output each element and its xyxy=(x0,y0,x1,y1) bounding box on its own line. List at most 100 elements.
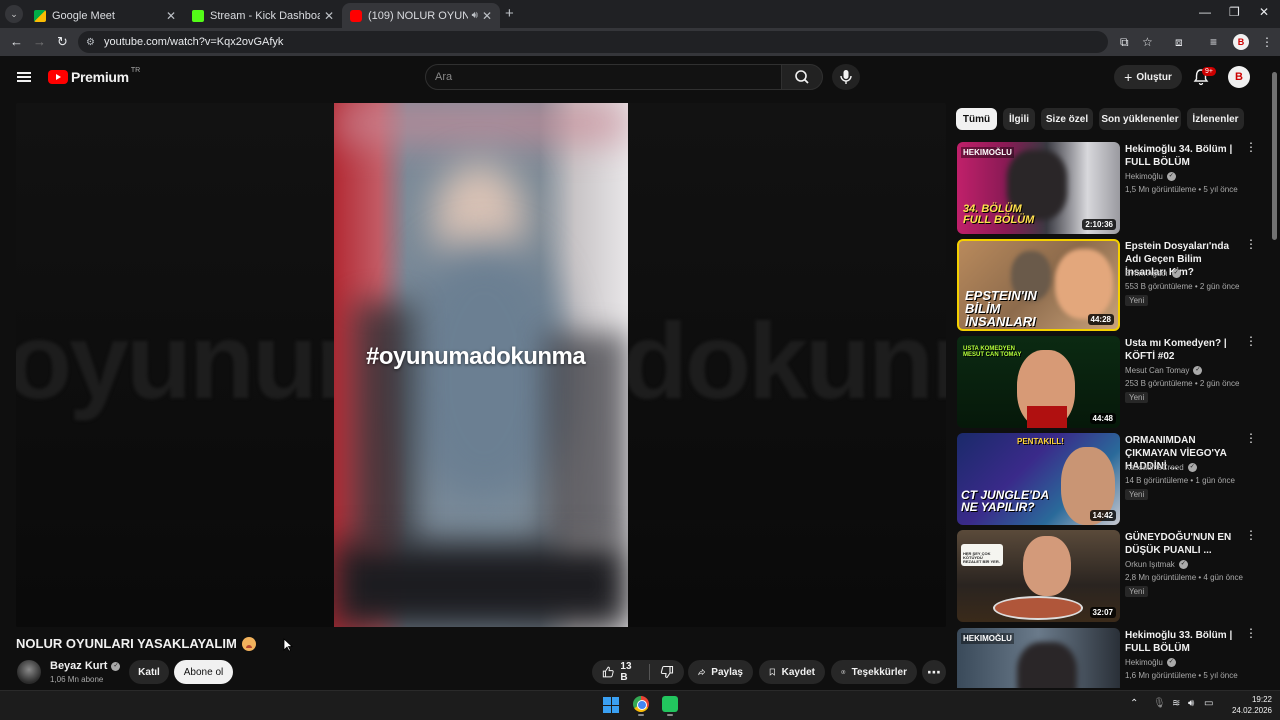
extensions-icon[interactable]: ⧈ xyxy=(1175,35,1183,50)
tab-google-meet[interactable]: Google Meet ✕ xyxy=(26,3,184,28)
more-vertical-icon[interactable]: ⋮ xyxy=(1245,628,1257,639)
close-tab-icon[interactable]: ✕ xyxy=(324,9,334,23)
more-vertical-icon[interactable]: ⋮ xyxy=(1245,432,1257,444)
region-code: TR xyxy=(130,66,141,74)
recommendation-channel[interactable]: Orkun Işıtmak ✓ xyxy=(1125,560,1188,569)
wifi-icon[interactable]: ≋ xyxy=(1172,698,1180,709)
tab-kick-dashboard[interactable]: Stream - Kick Dashboard ✕ xyxy=(184,3,342,28)
chip-for-you[interactable]: Size özel xyxy=(1041,108,1093,130)
chip-label: İzlenenler xyxy=(1192,113,1239,125)
back-icon[interactable]: ← xyxy=(10,34,23,49)
save-label: Kaydet xyxy=(781,666,815,678)
video-thumbnail[interactable]: HER ŞEY ÇOK KÖTÜYDÜ REZALET BİR YER. 32:… xyxy=(957,530,1120,622)
video-thumbnail[interactable]: EPSTEIN'IN BİLİM İNSANLARI 44:28 xyxy=(957,239,1120,331)
page-scrollbar[interactable] xyxy=(1271,62,1277,688)
speaker-icon[interactable]: 🔊︎ xyxy=(472,10,478,21)
subscribe-button[interactable]: Abone ol xyxy=(174,660,233,684)
close-tab-icon[interactable]: ✕ xyxy=(166,9,176,23)
thumbnail-brand-text: HEKIMOĞLU xyxy=(961,633,1014,644)
battery-icon[interactable]: ▭ xyxy=(1204,698,1213,709)
plus-icon: + xyxy=(1124,69,1133,85)
video-thumbnail[interactable]: HEKIMOĞLU 34. BÖLÜM FULL BÖLÜM 2:10:36 xyxy=(957,142,1120,234)
chip-all[interactable]: Tümü xyxy=(956,108,997,130)
channel-name[interactable]: Beyaz Kurt ✓ xyxy=(50,660,121,672)
video-title-text: NOLUR OYUNLARI YASAKLAYALIM xyxy=(16,636,237,651)
join-button[interactable]: Katıl xyxy=(129,660,169,684)
pleading-face-emoji-icon xyxy=(241,636,256,651)
more-vertical-icon[interactable]: ⋮ xyxy=(1245,335,1257,347)
account-avatar[interactable]: B xyxy=(1228,66,1250,88)
video-thumbnail[interactable]: PENTAKILL! CT JUNGLE'DA NE YAPILIR? 14:4… xyxy=(957,433,1120,525)
channel-name-text: Hekimoğlu xyxy=(1125,658,1163,667)
share-button[interactable]: Paylaş xyxy=(688,660,753,684)
video-thumbnail[interactable]: HEKIMOĞLU xyxy=(957,628,1120,688)
verified-check-icon: ✓ xyxy=(1166,658,1176,667)
close-tab-icon[interactable]: ✕ xyxy=(482,9,492,23)
recommendation-title[interactable]: GÜNEYDOĞU'NUN EN DÜŞÜK PUANLI ... xyxy=(1125,531,1243,557)
tab-youtube-video[interactable]: (109) NOLUR OYUNLARI YASAKLAYALIM 🔊︎ ✕ xyxy=(342,3,500,28)
chip-watched[interactable]: İzlenenler xyxy=(1187,108,1244,130)
recommendation-item[interactable]: PENTAKILL! CT JUNGLE'DA NE YAPILIR? 14:4… xyxy=(957,432,1257,527)
browser-profile-avatar[interactable]: B xyxy=(1233,34,1249,50)
recommendation-item[interactable]: USTA KOMEDYEN MESUT CAN TOMAY 44:48 Usta… xyxy=(957,335,1257,430)
reload-icon[interactable]: ↻ xyxy=(57,34,68,50)
recommendation-item[interactable]: EPSTEIN'IN BİLİM İNSANLARI 44:28 Epstein… xyxy=(957,238,1257,333)
search-button[interactable] xyxy=(781,64,823,90)
duration-badge: 14:42 xyxy=(1089,510,1116,521)
recommendation-channel[interactable]: Hekimoğlu ✓ xyxy=(1125,658,1176,667)
search-input[interactable]: Ara xyxy=(425,64,782,90)
youtube-premium-logo[interactable]: Premium TR xyxy=(48,66,141,85)
recommendation-channel[interactable]: KassadinsCreed ✓ xyxy=(1125,463,1197,472)
recommendation-channel[interactable]: Hekimoğlu ✓ xyxy=(1125,172,1176,181)
recommendation-title[interactable]: Hekimoğlu 33. Bölüm | FULL BÖLÜM xyxy=(1125,629,1243,655)
recommendation-channel[interactable]: Mesut Can Tomay ✓ xyxy=(1125,366,1203,375)
create-button[interactable]: + Oluştur xyxy=(1114,65,1182,89)
restore-icon[interactable]: ❐ xyxy=(1229,5,1240,19)
recommendation-title[interactable]: Hekimoğlu 34. Bölüm | FULL BÖLÜM xyxy=(1125,143,1243,169)
browser-menu-icon[interactable]: ⋮ xyxy=(1261,35,1273,49)
chip-recently-uploaded[interactable]: Son yüklenenler xyxy=(1099,108,1181,130)
like-button[interactable]: 13 B xyxy=(592,660,649,684)
recommendation-channel[interactable]: Evrim Ağacı ✓ xyxy=(1125,269,1181,278)
dislike-button[interactable] xyxy=(650,660,684,684)
recommendation-item[interactable]: HER ŞEY ÇOK KÖTÜYDÜ REZALET BİR YER. 32:… xyxy=(957,529,1257,624)
more-actions-button[interactable]: ⋯ xyxy=(922,660,946,684)
channel-avatar[interactable] xyxy=(17,660,41,684)
address-bar[interactable]: ⚙ youtube.com/watch?v=Kqx2ovGAfyk xyxy=(78,31,1108,53)
close-window-icon[interactable]: ✕ xyxy=(1259,5,1269,19)
menu-icon[interactable] xyxy=(17,72,31,82)
new-tab-button[interactable]: + xyxy=(505,5,514,22)
chrome-icon[interactable] xyxy=(633,696,649,712)
video-thumbnail[interactable]: USTA KOMEDYEN MESUT CAN TOMAY 44:48 xyxy=(957,336,1120,428)
thanks-button[interactable]: Teşekkürler xyxy=(831,660,917,684)
more-vertical-icon[interactable]: ⋮ xyxy=(1245,529,1257,541)
microphone-tray-icon[interactable]: 🎙︎ xyxy=(1153,698,1166,709)
voice-search-button[interactable] xyxy=(832,64,860,90)
recommendation-item[interactable]: HEKIMOĞLU Hekimoğlu 33. Bölüm | FULL BÖL… xyxy=(957,628,1257,688)
save-button[interactable]: Kaydet xyxy=(759,660,825,684)
tray-chevron-icon[interactable]: ⌃ xyxy=(1130,698,1138,709)
scrollbar-thumb[interactable] xyxy=(1272,72,1277,240)
recommendation-item[interactable]: HEKIMOĞLU 34. BÖLÜM FULL BÖLÜM 2:10:36 H… xyxy=(957,141,1257,236)
windows-start-icon[interactable] xyxy=(603,697,619,713)
tab-search-icon[interactable]: ⌄ xyxy=(5,5,23,23)
system-clock[interactable]: 19:22 24.02.2026 xyxy=(1222,694,1272,716)
volume-icon[interactable]: 🔊︎ xyxy=(1188,698,1194,709)
more-vertical-icon[interactable]: ⋮ xyxy=(1245,141,1257,153)
install-app-icon[interactable]: ⧉ xyxy=(1120,35,1129,50)
running-indicator xyxy=(638,714,644,716)
forward-icon[interactable]: → xyxy=(33,34,46,49)
new-badge: Yeni xyxy=(1125,489,1149,500)
video-player[interactable]: oyunum dokunma #oyunumadokunma xyxy=(16,103,946,627)
kick-app-icon[interactable] xyxy=(662,696,678,712)
bookmark-icon xyxy=(769,668,775,676)
minimize-icon[interactable]: — xyxy=(1199,5,1211,19)
bookmark-star-icon[interactable]: ☆ xyxy=(1142,35,1153,49)
site-info-icon[interactable]: ⚙ xyxy=(86,37,95,48)
thumbnail-brand-text: HEKIMOĞLU xyxy=(961,147,1014,158)
more-vertical-icon[interactable]: ⋮ xyxy=(1245,238,1257,250)
recommendation-title[interactable]: Usta mı Komedyen? | KÖFTİ #02 xyxy=(1125,337,1243,363)
media-control-icon[interactable]: ≡ xyxy=(1210,35,1217,49)
chip-related[interactable]: İlgili xyxy=(1003,108,1035,130)
microphone-icon xyxy=(840,70,852,84)
